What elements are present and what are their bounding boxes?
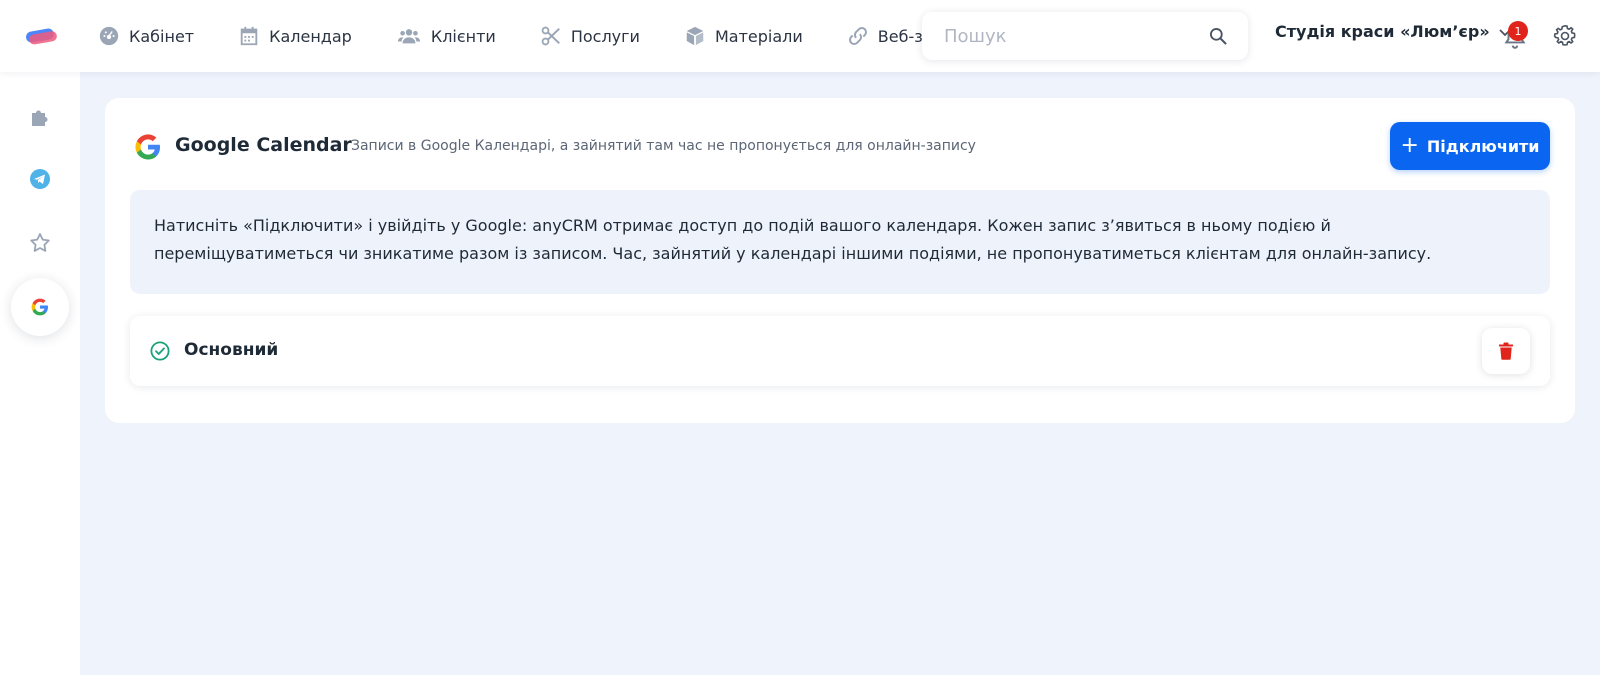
info-panel: Натисніть «Підключити» і увійдіть у Goog… bbox=[130, 190, 1550, 294]
info-text-line-2: переміщуватиметься чи зникатиме разом із… bbox=[154, 244, 1432, 263]
sidebar-item-integrations[interactable] bbox=[11, 88, 69, 146]
search-input[interactable] bbox=[922, 12, 1208, 60]
nav-item-label: Календар bbox=[269, 26, 352, 46]
plus-icon: + bbox=[1400, 133, 1419, 158]
nav-item-label: Кабінет bbox=[129, 26, 195, 46]
nav-item-services[interactable]: Послуги bbox=[540, 25, 640, 47]
app-logo-icon[interactable] bbox=[24, 24, 58, 48]
calendar-row: Основний bbox=[130, 316, 1550, 386]
integration-title: Google Calendar bbox=[175, 134, 352, 156]
dashboard-icon bbox=[99, 26, 119, 46]
connect-button-label: Підключити bbox=[1426, 136, 1540, 156]
sidebar-item-telegram[interactable] bbox=[11, 150, 69, 208]
star-icon bbox=[30, 233, 50, 252]
sidebar bbox=[0, 72, 80, 675]
nav-item-label: Матеріали bbox=[714, 26, 803, 46]
integration-card: Google Calendar Записи в Google Календар… bbox=[105, 98, 1575, 423]
trash-icon bbox=[1499, 342, 1513, 360]
calendar-icon bbox=[240, 26, 258, 46]
box-icon bbox=[686, 26, 704, 46]
nav-item-materials[interactable]: Матеріали bbox=[684, 25, 803, 47]
nav-item-web-widget[interactable]: Веб-заст bbox=[847, 25, 924, 47]
gear-icon[interactable] bbox=[1553, 24, 1577, 48]
studio-selector[interactable]: Студія краси «Люм’єр» bbox=[1275, 22, 1512, 41]
calendar-name: Основний bbox=[184, 340, 279, 360]
scissors-icon bbox=[541, 26, 560, 46]
connect-button[interactable]: + Підключити bbox=[1390, 122, 1550, 170]
search-icon[interactable] bbox=[1208, 26, 1228, 46]
telegram-icon bbox=[30, 169, 50, 189]
link-icon bbox=[848, 27, 867, 45]
search-box bbox=[922, 12, 1248, 60]
nav-item-cabinet[interactable]: Кабінет bbox=[98, 25, 194, 47]
nav-item-label: Веб-заст bbox=[877, 26, 924, 46]
sidebar-item-reviews[interactable] bbox=[11, 214, 69, 272]
studio-name: Студія краси «Люм’єр» bbox=[1275, 22, 1490, 41]
nav-item-calendar[interactable]: Календар bbox=[238, 25, 352, 47]
users-icon bbox=[397, 29, 420, 44]
top-bar: Кабінет Календар Клієнти Послуги Матеріа… bbox=[0, 0, 1600, 72]
info-text-line-1: Натисніть «Підключити» і увійдіть у Goog… bbox=[154, 216, 1331, 235]
main-nav: Кабінет Календар Клієнти Послуги Матеріа… bbox=[98, 0, 924, 72]
nav-item-clients[interactable]: Клієнти bbox=[396, 25, 496, 47]
delete-calendar-button[interactable] bbox=[1482, 328, 1530, 374]
integration-subtitle: Записи в Google Календарі, а зайнятий та… bbox=[351, 138, 976, 154]
notification-badge: 1 bbox=[1508, 21, 1528, 41]
nav-item-label: Клієнти bbox=[430, 26, 496, 46]
puzzle-icon bbox=[32, 110, 48, 126]
google-logo-icon bbox=[135, 134, 160, 160]
google-icon bbox=[31, 298, 48, 316]
nav-item-label: Послуги bbox=[570, 26, 640, 46]
sidebar-item-google[interactable] bbox=[11, 278, 69, 336]
check-circle-icon bbox=[150, 341, 170, 361]
